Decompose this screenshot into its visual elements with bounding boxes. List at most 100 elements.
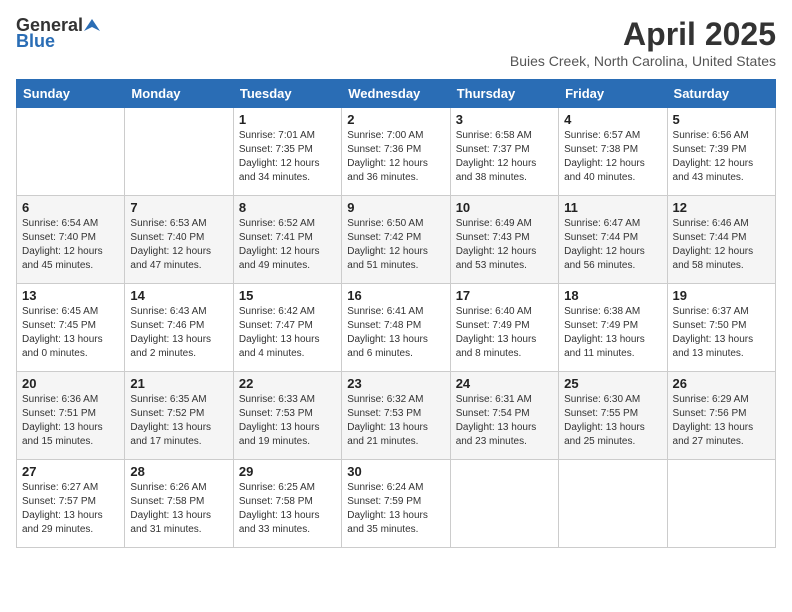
day-info: Sunrise: 6:31 AM Sunset: 7:54 PM Dayligh… [456, 393, 553, 449]
calendar-cell: 18 Sunrise: 6:38 AM Sunset: 7:49 PM Dayli… [559, 284, 667, 372]
day-number: 29 [239, 464, 336, 479]
calendar-cell: 20Sunrise: 6:36 AM Sunset: 7:51 PM Dayli… [17, 372, 125, 460]
day-info: Sunrise: 6:43 AM Sunset: 7:46 PM Dayligh… [130, 305, 227, 361]
day-number: 26 [673, 376, 770, 391]
day-number: 5 [673, 112, 770, 127]
calendar-cell: 8 Sunrise: 6:52 AM Sunset: 7:41 PM Daylig… [233, 196, 341, 284]
calendar-header: SundayMondayTuesdayWednesdayThursdayFrid… [17, 80, 776, 108]
day-number: 30 [347, 464, 444, 479]
week-row-5: 27 Sunrise: 6:27 AM Sunset: 7:57 PM Dayli… [17, 460, 776, 548]
day-info: Sunrise: 6:47 AM Sunset: 7:44 PM Dayligh… [564, 217, 661, 273]
calendar-body: 1Sunrise: 7:01 AM Sunset: 7:35 PM Daylig… [17, 108, 776, 548]
day-info: Sunrise: 6:52 AM Sunset: 7:41 PM Dayligh… [239, 217, 336, 273]
logo: General Blue [16, 16, 100, 50]
day-info: Sunrise: 6:24 AM Sunset: 7:59 PM Dayligh… [347, 481, 444, 537]
calendar-cell: 26 Sunrise: 6:29 AM Sunset: 7:56 PM Dayli… [667, 372, 775, 460]
header-cell-monday: Monday [125, 80, 233, 108]
header-cell-wednesday: Wednesday [342, 80, 450, 108]
day-number: 12 [673, 200, 770, 215]
day-info: Sunrise: 6:25 AM Sunset: 7:58 PM Dayligh… [239, 481, 336, 537]
calendar-cell: 24 Sunrise: 6:31 AM Sunset: 7:54 PM Dayli… [450, 372, 558, 460]
day-number: 22 [239, 376, 336, 391]
day-number: 7 [130, 200, 227, 215]
calendar-cell: 28 Sunrise: 6:26 AM Sunset: 7:58 PM Dayli… [125, 460, 233, 548]
calendar-cell: 29 Sunrise: 6:25 AM Sunset: 7:58 PM Dayli… [233, 460, 341, 548]
day-number: 27 [22, 464, 119, 479]
day-info: Sunrise: 6:56 AM Sunset: 7:39 PM Dayligh… [673, 129, 770, 185]
day-number: 18 [564, 288, 661, 303]
calendar-cell: 7 Sunrise: 6:53 AM Sunset: 7:40 PM Daylig… [125, 196, 233, 284]
day-number: 6 [22, 200, 119, 215]
day-info: Sunrise: 6:53 AM Sunset: 7:40 PM Dayligh… [130, 217, 227, 273]
calendar-cell: 15 Sunrise: 6:42 AM Sunset: 7:47 PM Dayli… [233, 284, 341, 372]
day-number: 15 [239, 288, 336, 303]
calendar-cell: 10Sunrise: 6:49 AM Sunset: 7:43 PM Dayli… [450, 196, 558, 284]
day-number: 21 [130, 376, 227, 391]
day-number: 9 [347, 200, 444, 215]
day-info: Sunrise: 6:26 AM Sunset: 7:58 PM Dayligh… [130, 481, 227, 537]
day-number: 19 [673, 288, 770, 303]
day-info: Sunrise: 6:32 AM Sunset: 7:53 PM Dayligh… [347, 393, 444, 449]
day-info: Sunrise: 6:41 AM Sunset: 7:48 PM Dayligh… [347, 305, 444, 361]
day-info: Sunrise: 7:00 AM Sunset: 7:36 PM Dayligh… [347, 129, 444, 185]
week-row-4: 20Sunrise: 6:36 AM Sunset: 7:51 PM Dayli… [17, 372, 776, 460]
logo-blue-text: Blue [16, 32, 100, 50]
page-header: General Blue April 2025 Buies Creek, Nor… [16, 16, 776, 69]
day-number: 23 [347, 376, 444, 391]
calendar-cell: 2 Sunrise: 7:00 AM Sunset: 7:36 PM Daylig… [342, 108, 450, 196]
calendar-cell: 19Sunrise: 6:37 AM Sunset: 7:50 PM Dayli… [667, 284, 775, 372]
header-cell-saturday: Saturday [667, 80, 775, 108]
day-info: Sunrise: 6:54 AM Sunset: 7:40 PM Dayligh… [22, 217, 119, 273]
logo-bird-icon [84, 17, 100, 33]
day-info: Sunrise: 6:27 AM Sunset: 7:57 PM Dayligh… [22, 481, 119, 537]
day-info: Sunrise: 6:29 AM Sunset: 7:56 PM Dayligh… [673, 393, 770, 449]
day-info: Sunrise: 6:38 AM Sunset: 7:49 PM Dayligh… [564, 305, 661, 361]
header-cell-friday: Friday [559, 80, 667, 108]
calendar-cell: 6 Sunrise: 6:54 AM Sunset: 7:40 PM Daylig… [17, 196, 125, 284]
day-number: 11 [564, 200, 661, 215]
day-info: Sunrise: 6:45 AM Sunset: 7:45 PM Dayligh… [22, 305, 119, 361]
calendar-cell: 30 Sunrise: 6:24 AM Sunset: 7:59 PM Dayli… [342, 460, 450, 548]
calendar-cell: 22Sunrise: 6:33 AM Sunset: 7:53 PM Dayli… [233, 372, 341, 460]
day-info: Sunrise: 6:49 AM Sunset: 7:43 PM Dayligh… [456, 217, 553, 273]
calendar-cell [450, 460, 558, 548]
day-number: 4 [564, 112, 661, 127]
day-info: Sunrise: 6:35 AM Sunset: 7:52 PM Dayligh… [130, 393, 227, 449]
calendar-cell: 14Sunrise: 6:43 AM Sunset: 7:46 PM Dayli… [125, 284, 233, 372]
calendar-table: SundayMondayTuesdayWednesdayThursdayFrid… [16, 79, 776, 548]
day-info: Sunrise: 6:46 AM Sunset: 7:44 PM Dayligh… [673, 217, 770, 273]
day-number: 24 [456, 376, 553, 391]
day-number: 13 [22, 288, 119, 303]
day-number: 17 [456, 288, 553, 303]
calendar-cell [17, 108, 125, 196]
day-number: 1 [239, 112, 336, 127]
calendar-cell [667, 460, 775, 548]
day-info: Sunrise: 6:36 AM Sunset: 7:51 PM Dayligh… [22, 393, 119, 449]
day-info: Sunrise: 6:42 AM Sunset: 7:47 PM Dayligh… [239, 305, 336, 361]
calendar-cell: 27 Sunrise: 6:27 AM Sunset: 7:57 PM Dayli… [17, 460, 125, 548]
day-info: Sunrise: 6:57 AM Sunset: 7:38 PM Dayligh… [564, 129, 661, 185]
calendar-title: April 2025 [510, 16, 776, 53]
calendar-cell: 16 Sunrise: 6:41 AM Sunset: 7:48 PM Dayli… [342, 284, 450, 372]
calendar-cell: 25Sunrise: 6:30 AM Sunset: 7:55 PM Dayli… [559, 372, 667, 460]
calendar-cell: 17 Sunrise: 6:40 AM Sunset: 7:49 PM Dayli… [450, 284, 558, 372]
day-info: Sunrise: 6:30 AM Sunset: 7:55 PM Dayligh… [564, 393, 661, 449]
day-info: Sunrise: 6:40 AM Sunset: 7:49 PM Dayligh… [456, 305, 553, 361]
week-row-3: 13 Sunrise: 6:45 AM Sunset: 7:45 PM Dayli… [17, 284, 776, 372]
day-info: Sunrise: 6:50 AM Sunset: 7:42 PM Dayligh… [347, 217, 444, 273]
calendar-cell: 21 Sunrise: 6:35 AM Sunset: 7:52 PM Dayli… [125, 372, 233, 460]
calendar-cell: 13 Sunrise: 6:45 AM Sunset: 7:45 PM Dayli… [17, 284, 125, 372]
day-number: 16 [347, 288, 444, 303]
day-number: 8 [239, 200, 336, 215]
day-number: 2 [347, 112, 444, 127]
calendar-cell: 1Sunrise: 7:01 AM Sunset: 7:35 PM Daylig… [233, 108, 341, 196]
day-info: Sunrise: 6:58 AM Sunset: 7:37 PM Dayligh… [456, 129, 553, 185]
week-row-2: 6 Sunrise: 6:54 AM Sunset: 7:40 PM Daylig… [17, 196, 776, 284]
calendar-cell: 11 Sunrise: 6:47 AM Sunset: 7:44 PM Dayli… [559, 196, 667, 284]
calendar-cell: 12 Sunrise: 6:46 AM Sunset: 7:44 PM Dayli… [667, 196, 775, 284]
calendar-cell: 5 Sunrise: 6:56 AM Sunset: 7:39 PM Daylig… [667, 108, 775, 196]
day-number: 28 [130, 464, 227, 479]
week-row-1: 1Sunrise: 7:01 AM Sunset: 7:35 PM Daylig… [17, 108, 776, 196]
calendar-cell: 9 Sunrise: 6:50 AM Sunset: 7:42 PM Daylig… [342, 196, 450, 284]
title-block: April 2025 Buies Creek, North Carolina, … [510, 16, 776, 69]
